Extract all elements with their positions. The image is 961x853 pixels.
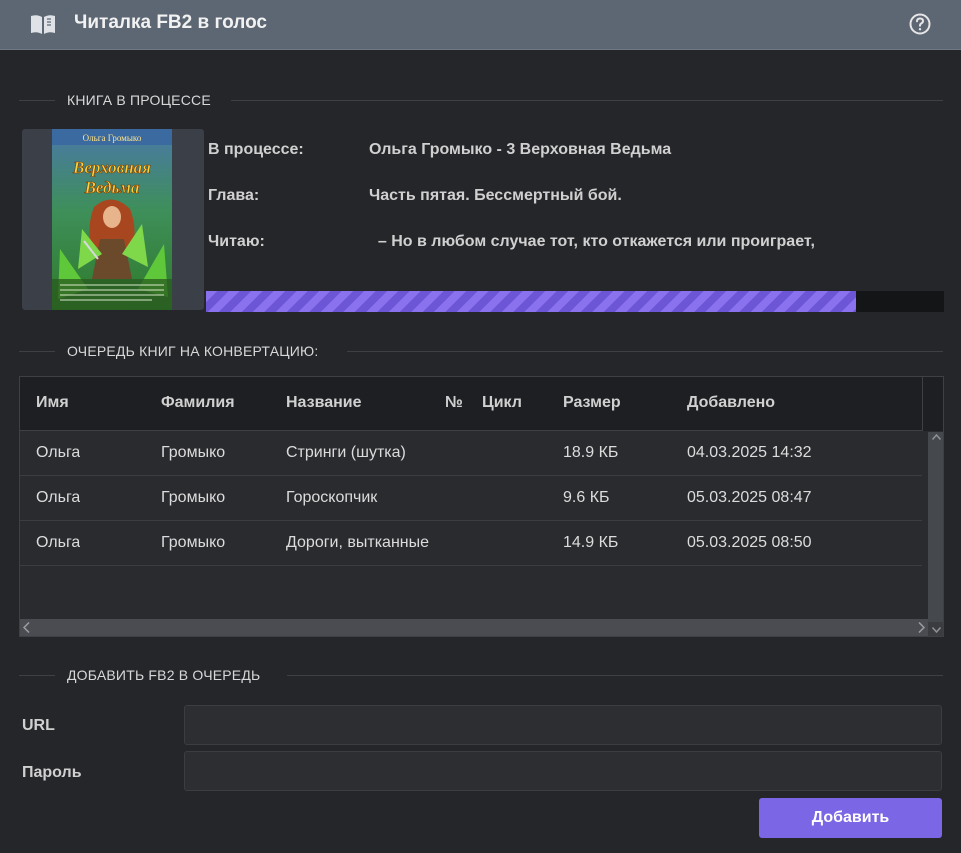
column-header-added[interactable]: Добавлено (687, 394, 775, 412)
cell-added: 04.03.2025 14:32 (687, 444, 812, 461)
cell-title: Дороги, вытканные (286, 534, 430, 551)
table-header: Имя Фамилия Название № Цикл Размер Добав… (20, 377, 922, 431)
cell-title: Стринги (шутка) (286, 444, 406, 461)
cell-first-name: Ольга (36, 444, 81, 461)
cell-added: 05.03.2025 08:47 (687, 489, 812, 506)
reading-value: – Но в любом случае тот, кто откажется и… (369, 233, 815, 250)
url-input[interactable] (184, 705, 942, 745)
book-cover: Ольга Громыко Верховная Ведьма (22, 129, 204, 310)
column-header-first-name[interactable]: Имя (36, 394, 69, 412)
cell-size: 18.9 КБ (563, 444, 619, 461)
chapter-value: Часть пятая. Бессмертный бой. (369, 187, 622, 204)
scroll-left-icon[interactable] (23, 622, 30, 633)
vertical-scrollbar[interactable] (928, 432, 943, 636)
section-queue: ОЧЕРЕДЬ КНИГ НА КОНВЕРТАЦИЮ: (19, 342, 943, 362)
reading-label: Читаю: (208, 233, 265, 250)
section-title: ОЧЕРЕДЬ КНИГ НА КОНВЕРТАЦИЮ: (67, 343, 319, 359)
cell-first-name: Ольга (36, 489, 81, 506)
section-book-in-progress: КНИГА В ПРОЦЕССЕ (19, 91, 943, 111)
reading-progress-bar (206, 291, 944, 312)
cell-first-name: Ольга (36, 534, 81, 551)
queue-table: Имя Фамилия Название № Цикл Размер Добав… (19, 376, 944, 637)
table-row[interactable]: Ольга Громыко Гороскопчик 9.6 КБ 05.03.2… (20, 476, 922, 521)
title-bar: Читалка FB2 в голос (0, 0, 961, 50)
in-progress-label: В процессе: (208, 141, 304, 158)
progress-fill (206, 291, 857, 312)
cell-added: 05.03.2025 08:50 (687, 534, 812, 551)
app-title: Читалка FB2 в голос (74, 12, 267, 33)
in-progress-value: Ольга Громыко - 3 Верховная Ведьма (369, 141, 672, 158)
cell-last-name: Громыко (161, 489, 226, 506)
cover-title-line2: Ведьма (84, 178, 140, 197)
password-label: Пароль (22, 764, 82, 781)
url-label: URL (22, 717, 55, 734)
scroll-up-icon[interactable] (932, 434, 941, 440)
column-header-size[interactable]: Размер (563, 394, 621, 412)
book-open-icon (31, 15, 55, 34)
cell-size: 9.6 КБ (563, 489, 610, 506)
book-cover-illustration: Ольга Громыко Верховная Ведьма (52, 129, 172, 310)
add-button[interactable]: Добавить (759, 798, 942, 838)
column-header-last-name[interactable]: Фамилия (161, 394, 235, 412)
chapter-label: Глава: (208, 187, 260, 204)
section-title: ДОБАВИТЬ FB2 В ОЧЕРЕДЬ (67, 667, 261, 683)
help-circle-icon[interactable] (908, 12, 932, 36)
cell-last-name: Громыко (161, 534, 226, 551)
column-header-series[interactable]: Цикл (482, 394, 522, 412)
cover-title-line1: Верховная (72, 158, 151, 177)
cell-title: Гороскопчик (286, 489, 378, 506)
column-header-title[interactable]: Название (286, 394, 362, 412)
cover-author: Ольга Громыко (83, 133, 142, 143)
section-title: КНИГА В ПРОЦЕССЕ (67, 92, 211, 108)
vertical-scrollbar-thumb[interactable] (928, 432, 943, 622)
cell-size: 14.9 КБ (563, 534, 619, 551)
header-corner (922, 377, 943, 431)
table-row[interactable]: Ольга Громыко Стринги (шутка) 18.9 КБ 04… (20, 431, 922, 476)
section-add-fb2: ДОБАВИТЬ FB2 В ОЧЕРЕДЬ (19, 666, 943, 686)
cell-last-name: Громыко (161, 444, 226, 461)
password-input[interactable] (184, 751, 942, 791)
table-row[interactable]: Ольга Громыко Дороги, вытканные 14.9 КБ … (20, 521, 922, 566)
column-header-number[interactable]: № (445, 394, 463, 412)
scroll-right-icon[interactable] (918, 622, 925, 633)
scroll-down-icon[interactable] (932, 627, 941, 633)
horizontal-scrollbar[interactable] (20, 619, 928, 636)
